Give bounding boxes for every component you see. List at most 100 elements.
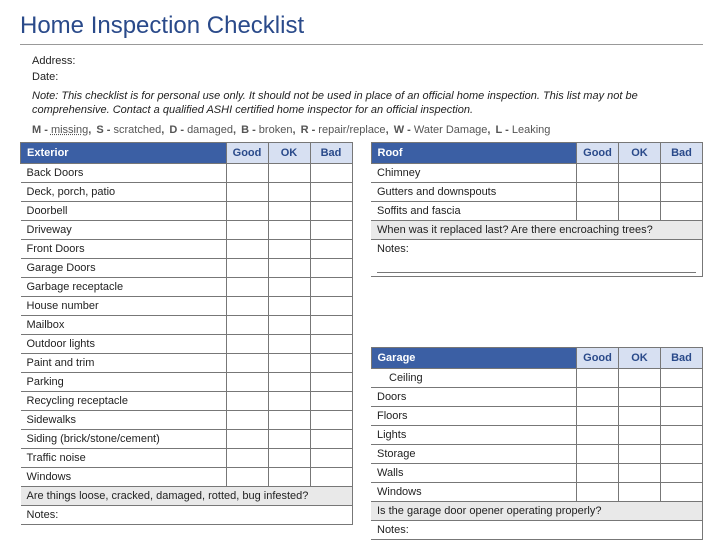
rating-cell[interactable] bbox=[661, 406, 703, 425]
title-underline bbox=[20, 44, 703, 45]
rating-cell[interactable] bbox=[226, 220, 268, 239]
rating-cell[interactable] bbox=[661, 463, 703, 482]
rating-cell[interactable] bbox=[577, 163, 619, 182]
item-label: Garbage receptacle bbox=[21, 277, 227, 296]
rating-cell[interactable] bbox=[577, 482, 619, 501]
rating-cell[interactable] bbox=[310, 296, 352, 315]
rating-cell[interactable] bbox=[226, 315, 268, 334]
rating-cell[interactable] bbox=[619, 425, 661, 444]
rating-cell[interactable] bbox=[577, 387, 619, 406]
rating-cell[interactable] bbox=[268, 372, 310, 391]
rating-cell[interactable] bbox=[619, 444, 661, 463]
table-row: Walls bbox=[371, 463, 703, 482]
rating-cell[interactable] bbox=[619, 387, 661, 406]
rating-cell[interactable] bbox=[268, 448, 310, 467]
table-row: Back Doors bbox=[21, 163, 353, 182]
rating-cell[interactable] bbox=[268, 315, 310, 334]
table-row: Paint and trim bbox=[21, 353, 353, 372]
rating-cell[interactable] bbox=[310, 410, 352, 429]
rating-cell[interactable] bbox=[310, 467, 352, 486]
table-row: Doors bbox=[371, 387, 703, 406]
rating-cell[interactable] bbox=[226, 239, 268, 258]
rating-cell[interactable] bbox=[619, 163, 661, 182]
table-row: Windows bbox=[371, 482, 703, 501]
rating-cell[interactable] bbox=[268, 258, 310, 277]
rating-cell[interactable] bbox=[661, 444, 703, 463]
rating-cell[interactable] bbox=[268, 467, 310, 486]
rating-cell[interactable] bbox=[310, 429, 352, 448]
rating-cell[interactable] bbox=[226, 429, 268, 448]
rating-cell[interactable] bbox=[268, 239, 310, 258]
rating-cell[interactable] bbox=[310, 201, 352, 220]
table-row: Recycling receptacle bbox=[21, 391, 353, 410]
rating-cell[interactable] bbox=[226, 258, 268, 277]
rating-cell[interactable] bbox=[226, 448, 268, 467]
rating-cell[interactable] bbox=[226, 334, 268, 353]
table-row: Doorbell bbox=[21, 201, 353, 220]
rating-cell[interactable] bbox=[310, 163, 352, 182]
rating-cell[interactable] bbox=[226, 182, 268, 201]
rating-cell[interactable] bbox=[619, 463, 661, 482]
rating-cell[interactable] bbox=[268, 277, 310, 296]
table-row: Mailbox bbox=[21, 315, 353, 334]
rating-cell[interactable] bbox=[310, 372, 352, 391]
rating-cell[interactable] bbox=[577, 182, 619, 201]
roof-prompt: When was it replaced last? Are there enc… bbox=[371, 220, 703, 239]
rating-cell[interactable] bbox=[310, 334, 352, 353]
rating-cell[interactable] bbox=[310, 258, 352, 277]
table-row: Garage Doors bbox=[21, 258, 353, 277]
rating-cell[interactable] bbox=[619, 182, 661, 201]
rating-cell[interactable] bbox=[577, 425, 619, 444]
notes-line bbox=[377, 259, 696, 273]
rating-cell[interactable] bbox=[268, 410, 310, 429]
rating-cell[interactable] bbox=[577, 444, 619, 463]
col-ok: OK bbox=[619, 347, 661, 368]
rating-cell[interactable] bbox=[619, 406, 661, 425]
rating-cell[interactable] bbox=[661, 425, 703, 444]
rating-cell[interactable] bbox=[310, 315, 352, 334]
rating-cell[interactable] bbox=[268, 391, 310, 410]
rating-cell[interactable] bbox=[226, 201, 268, 220]
rating-cell[interactable] bbox=[226, 410, 268, 429]
rating-cell[interactable] bbox=[268, 220, 310, 239]
col-bad: Bad bbox=[310, 142, 352, 163]
rating-cell[interactable] bbox=[310, 182, 352, 201]
rating-cell[interactable] bbox=[268, 163, 310, 182]
rating-cell[interactable] bbox=[310, 353, 352, 372]
rating-cell[interactable] bbox=[268, 334, 310, 353]
col-bad: Bad bbox=[661, 347, 703, 368]
rating-cell[interactable] bbox=[226, 391, 268, 410]
rating-cell[interactable] bbox=[226, 372, 268, 391]
rating-cell[interactable] bbox=[619, 201, 661, 220]
rating-cell[interactable] bbox=[577, 406, 619, 425]
rating-cell[interactable] bbox=[268, 182, 310, 201]
rating-cell[interactable] bbox=[268, 353, 310, 372]
rating-cell[interactable] bbox=[226, 296, 268, 315]
rating-cell[interactable] bbox=[310, 448, 352, 467]
rating-cell[interactable] bbox=[577, 368, 619, 387]
rating-cell[interactable] bbox=[661, 482, 703, 501]
rating-cell[interactable] bbox=[661, 387, 703, 406]
item-label: Traffic noise bbox=[21, 448, 227, 467]
rating-cell[interactable] bbox=[661, 163, 703, 182]
rating-cell[interactable] bbox=[310, 220, 352, 239]
rating-cell[interactable] bbox=[226, 277, 268, 296]
rating-cell[interactable] bbox=[226, 163, 268, 182]
rating-cell[interactable] bbox=[619, 482, 661, 501]
rating-cell[interactable] bbox=[226, 353, 268, 372]
rating-cell[interactable] bbox=[310, 239, 352, 258]
rating-cell[interactable] bbox=[577, 463, 619, 482]
rating-cell[interactable] bbox=[268, 296, 310, 315]
rating-cell[interactable] bbox=[310, 277, 352, 296]
col-ok: OK bbox=[268, 142, 310, 163]
rating-cell[interactable] bbox=[268, 201, 310, 220]
rating-cell[interactable] bbox=[310, 391, 352, 410]
rating-cell[interactable] bbox=[619, 368, 661, 387]
table-row: Sidewalks bbox=[21, 410, 353, 429]
rating-cell[interactable] bbox=[577, 201, 619, 220]
rating-cell[interactable] bbox=[268, 429, 310, 448]
rating-cell[interactable] bbox=[661, 182, 703, 201]
rating-cell[interactable] bbox=[661, 201, 703, 220]
rating-cell[interactable] bbox=[226, 467, 268, 486]
rating-cell[interactable] bbox=[661, 368, 703, 387]
